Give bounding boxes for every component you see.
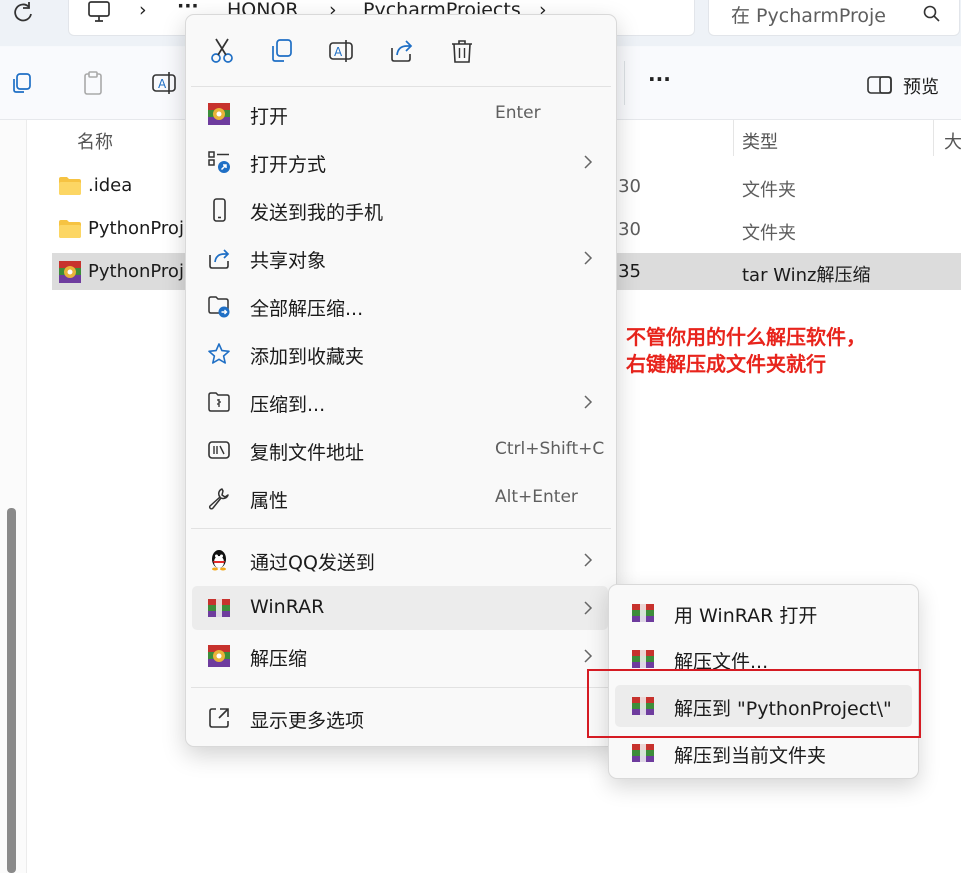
menu-item-label: 全部解压缩... [250, 298, 364, 320]
winrar-icon [632, 744, 654, 762]
menu-item-label: 共享对象 [250, 250, 327, 272]
file-type: 文件夹 [742, 223, 796, 244]
svg-text:A: A [334, 45, 343, 59]
chevron-right-icon [584, 601, 593, 615]
menu-item-extract-all[interactable]: 全部解压缩... [192, 284, 608, 328]
file-type: 文件夹 [742, 180, 796, 201]
qq-icon [212, 550, 226, 571]
menu-separator [191, 687, 611, 688]
cut-icon[interactable] [207, 36, 237, 66]
wrench-icon [208, 488, 229, 510]
menu-separator [191, 86, 611, 87]
file-type: tar Winz解压缩 [742, 265, 871, 286]
copy-icon[interactable] [10, 71, 34, 95]
rename-icon[interactable]: A [152, 71, 178, 95]
menu-item-label: 显示更多选项 [250, 710, 365, 732]
column-header-size[interactable]: 大 [944, 128, 961, 154]
submenu-item-open-with-winrar[interactable]: 用 WinRAR 打开 [615, 592, 912, 634]
menu-item-label: 添加到收藏夹 [250, 346, 365, 368]
search-input[interactable]: 在 PycharmProje [731, 1, 886, 28]
red-highlight-box [587, 669, 921, 738]
menu-item-shortcut: Ctrl+Shift+C [495, 439, 605, 459]
annotation-line-2: 右键解压成文件夹就行 [626, 352, 826, 376]
menu-item-label: 打开方式 [250, 154, 327, 176]
winrar-icon [208, 599, 230, 617]
menu-item-show-more-options[interactable]: 显示更多选项 [192, 696, 608, 740]
menu-item-label: 发送到我的手机 [250, 202, 384, 224]
menu-item-share[interactable]: 共享对象 [192, 236, 608, 280]
menu-item-label: 属性 [250, 490, 289, 512]
preview-pane-icon[interactable] [867, 75, 893, 95]
chevron-right-icon [584, 155, 593, 169]
menu-item-open[interactable]: 打开 Enter [192, 92, 608, 136]
copy-icon[interactable] [267, 36, 297, 66]
share-icon [209, 249, 230, 269]
computer-icon [88, 1, 110, 22]
extract-all-icon [208, 296, 230, 318]
menu-item-properties[interactable]: 属性 Alt+Enter [192, 476, 608, 520]
menu-item-shortcut: Enter [495, 103, 541, 123]
open-with-icon [208, 151, 230, 173]
menu-item-label: 复制文件地址 [250, 442, 365, 464]
submenu-item-extract-here[interactable]: 解压到当前文件夹 [615, 732, 912, 774]
paste-icon[interactable] [81, 70, 105, 96]
menu-item-open-with[interactable]: 打开方式 [192, 140, 608, 184]
nav-scrollbar[interactable] [7, 508, 16, 873]
share-icon[interactable] [387, 36, 417, 66]
menu-item-label: 通过QQ发送到 [250, 552, 375, 574]
annotation-line-1: 不管你用的什么解压软件， [626, 325, 866, 349]
breadcrumb-separator: › [139, 0, 147, 21]
file-name: PythonProj [88, 261, 184, 282]
preview-button-label[interactable]: 预览 [903, 73, 939, 99]
folder-icon [59, 177, 81, 195]
chevron-right-icon [584, 553, 593, 567]
menu-item-label: 压缩到... [250, 394, 326, 416]
phone-icon [213, 198, 226, 222]
chevron-right-icon [584, 649, 593, 663]
refresh-icon[interactable] [12, 2, 34, 24]
menu-item-add-to-favorites[interactable]: 添加到收藏夹 [192, 332, 608, 376]
chevron-right-icon [584, 251, 593, 265]
menu-item-label: WinRAR [250, 596, 325, 618]
search-icon[interactable] [923, 5, 941, 23]
compress-icon [208, 392, 230, 412]
winrar-archive-icon [59, 261, 81, 283]
menu-item-extract[interactable]: 解压缩 [192, 634, 608, 678]
submenu-item-label: 解压到当前文件夹 [674, 745, 827, 767]
more-options-icon [209, 708, 229, 728]
column-divider [933, 120, 934, 156]
toolbar-divider [624, 61, 625, 105]
menu-item-send-to-phone[interactable]: 发送到我的手机 [192, 188, 608, 232]
menu-item-compress-to[interactable]: 压缩到... [192, 380, 608, 424]
winrar-icon [208, 645, 230, 667]
winrar-icon [632, 604, 654, 622]
menu-separator [191, 528, 611, 529]
file-name: .idea [88, 175, 133, 196]
delete-icon[interactable] [447, 36, 477, 66]
menu-item-copy-path[interactable]: 复制文件地址 Ctrl+Shift+C [192, 428, 608, 472]
column-header-type[interactable]: 类型 [742, 128, 778, 154]
winrar-icon [208, 103, 230, 125]
menu-item-winrar[interactable]: WinRAR [192, 586, 608, 630]
star-icon [208, 343, 230, 364]
menu-item-shortcut: Alt+Enter [495, 487, 578, 507]
column-header-name[interactable]: 名称 [77, 128, 113, 154]
winrar-icon [632, 650, 654, 668]
menu-item-label: 打开 [250, 106, 289, 128]
submenu-item-label: 用 WinRAR 打开 [674, 605, 818, 627]
copy-path-icon [208, 441, 230, 459]
menu-item-label: 解压缩 [250, 648, 308, 670]
chevron-right-icon [584, 395, 593, 409]
svg-text:A: A [158, 77, 167, 91]
column-divider [733, 120, 734, 156]
red-annotation-text: 不管你用的什么解压软件， 右键解压成文件夹就行 [626, 324, 866, 378]
folder-icon [59, 220, 81, 238]
search-box[interactable]: 在 PycharmProje [708, 0, 960, 36]
menu-item-send-via-qq[interactable]: 通过QQ发送到 [192, 538, 608, 582]
context-menu: A 打开 Enter 打开方式 发送到我的手机 共享对象 全部解压缩... 添加… [185, 14, 617, 747]
file-name: PythonProj [88, 218, 184, 239]
rename-icon[interactable]: A [327, 36, 357, 66]
more-options-button[interactable]: ··· [648, 67, 671, 91]
